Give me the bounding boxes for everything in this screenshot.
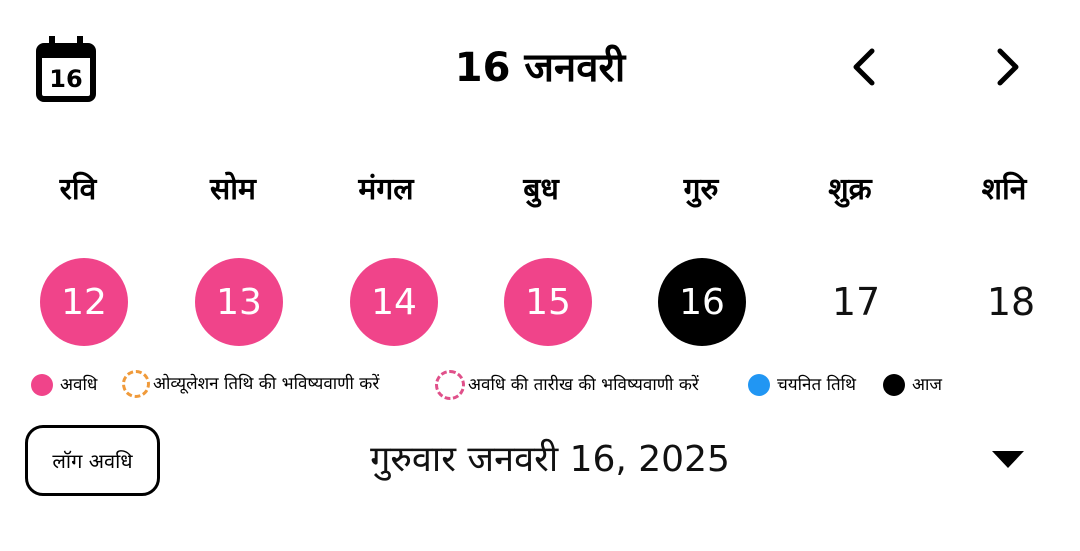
selected-date-text: गुरुवार जनवरी 16, 2025 [370, 439, 730, 480]
previous-button[interactable] [840, 44, 888, 94]
legend-selected-date: चयनित तिथि [748, 371, 856, 399]
legend-today-label: आज [912, 375, 942, 395]
day-cell-17[interactable]: 17 [812, 258, 900, 346]
weekday-wed: बुध [523, 172, 559, 207]
chevron-right-icon [994, 47, 1022, 91]
legend-period: अवधि [31, 371, 97, 399]
legend-period-prediction-label: अवधि की तारीख की भविष्यवाणी करें [468, 375, 699, 395]
weekday-mon: सोम [210, 172, 256, 207]
weekday-header-row: रवि सोम मंगल बुध गुरु शुक्र शनि [0, 166, 1080, 216]
period-dot-icon [31, 374, 53, 396]
chevron-left-icon [850, 47, 878, 91]
day-cell-13[interactable]: 13 [195, 258, 283, 346]
weekday-thu: गुरु [683, 172, 719, 207]
legend-ovulation-label: ओव्यूलेशन तिथि की भविष्यवाणी करें [153, 374, 380, 394]
caret-down-icon [992, 451, 1024, 473]
log-period-button[interactable]: लॉग अवधि [25, 425, 160, 496]
month-title: 16 जनवरी [454, 45, 626, 91]
legend-period-prediction: अवधि की तारीख की भविष्यवाणी करें [435, 370, 699, 400]
week-days-row: 12 13 14 15 16 17 18 [0, 258, 1080, 348]
date-dropdown-button[interactable] [986, 448, 1030, 476]
day-cell-16-today[interactable]: 16 [658, 258, 746, 346]
weekday-fri: शुक्र [828, 172, 872, 207]
calendar-icon[interactable]: 16 [36, 36, 96, 102]
weekday-sat: शनि [981, 172, 1027, 207]
weekday-tue: मंगल [358, 172, 414, 207]
day-cell-15[interactable]: 15 [504, 258, 592, 346]
day-cell-14[interactable]: 14 [350, 258, 438, 346]
prediction-dashed-circle-icon [435, 370, 465, 400]
day-cell-12[interactable]: 12 [40, 258, 128, 346]
ovulation-dashed-circle-icon [122, 370, 150, 398]
legend-selected-label: चयनित तिथि [777, 375, 856, 395]
legend-ovulation-prediction: ओव्यूलेशन तिथि की भविष्यवाणी करें [122, 370, 379, 398]
calendar-icon-day: 16 [49, 65, 82, 93]
weekday-sun: रवि [59, 172, 97, 207]
legend-today: आज [883, 371, 942, 399]
legend-period-label: अवधि [60, 375, 98, 395]
day-cell-18[interactable]: 18 [967, 258, 1055, 346]
today-dot-icon [883, 374, 905, 396]
next-button[interactable] [984, 44, 1032, 94]
selected-dot-icon [748, 374, 770, 396]
